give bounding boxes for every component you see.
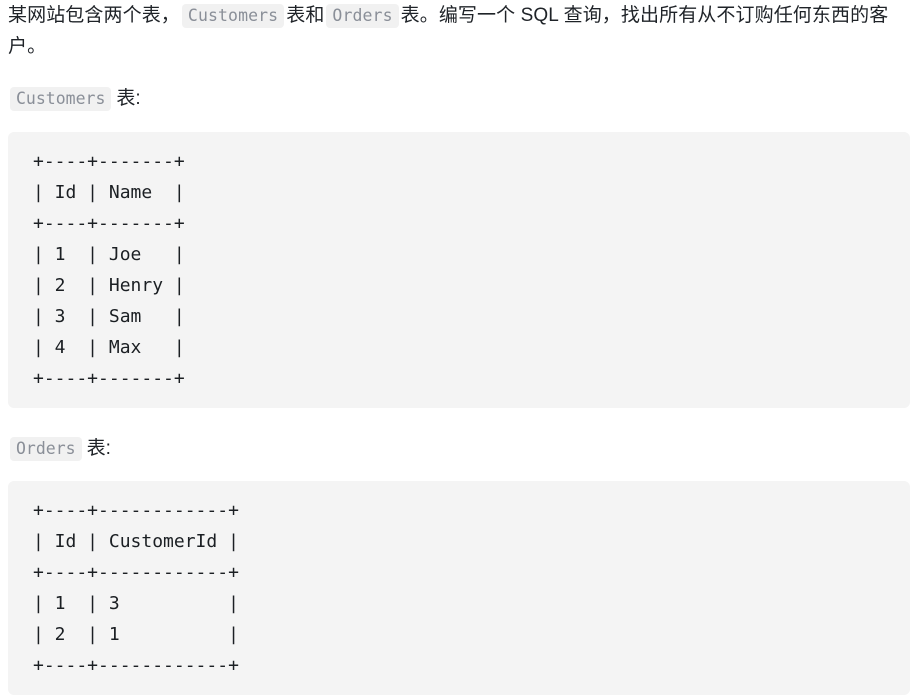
customers-table-code-block: +----+-------+ | Id | Name | +----+-----…	[8, 132, 910, 408]
customers-table-label: Customers 表:	[8, 84, 910, 114]
orders-table-label: Orders 表:	[8, 434, 910, 464]
orders-table-code-block: +----+------------+ | Id | CustomerId | …	[8, 481, 910, 695]
inline-code-customers: Customers	[181, 4, 285, 28]
problem-statement-paragraph: 某网站包含两个表， Customers 表和 Orders 表。编写一个 SQL 查询，…	[8, 0, 910, 62]
inline-code-orders: Orders	[326, 4, 399, 28]
document-page: 某网站包含两个表， Customers 表和 Orders 表。编写一个 SQL 查询，…	[0, 0, 918, 695]
orders-label-suffix: 表:	[86, 438, 111, 459]
inline-code-orders-label: Orders	[10, 437, 82, 461]
customers-label-suffix: 表:	[116, 88, 141, 109]
orders-table-ascii: +----+------------+ | Id | CustomerId | …	[33, 500, 239, 676]
intro-text-part-1: 某网站包含两个表，	[8, 5, 180, 26]
customers-table-ascii: +----+-------+ | Id | Name | +----+-----…	[33, 151, 185, 389]
inline-code-customers-label: Customers	[10, 87, 112, 111]
intro-text-part-2: 表和	[286, 5, 325, 26]
